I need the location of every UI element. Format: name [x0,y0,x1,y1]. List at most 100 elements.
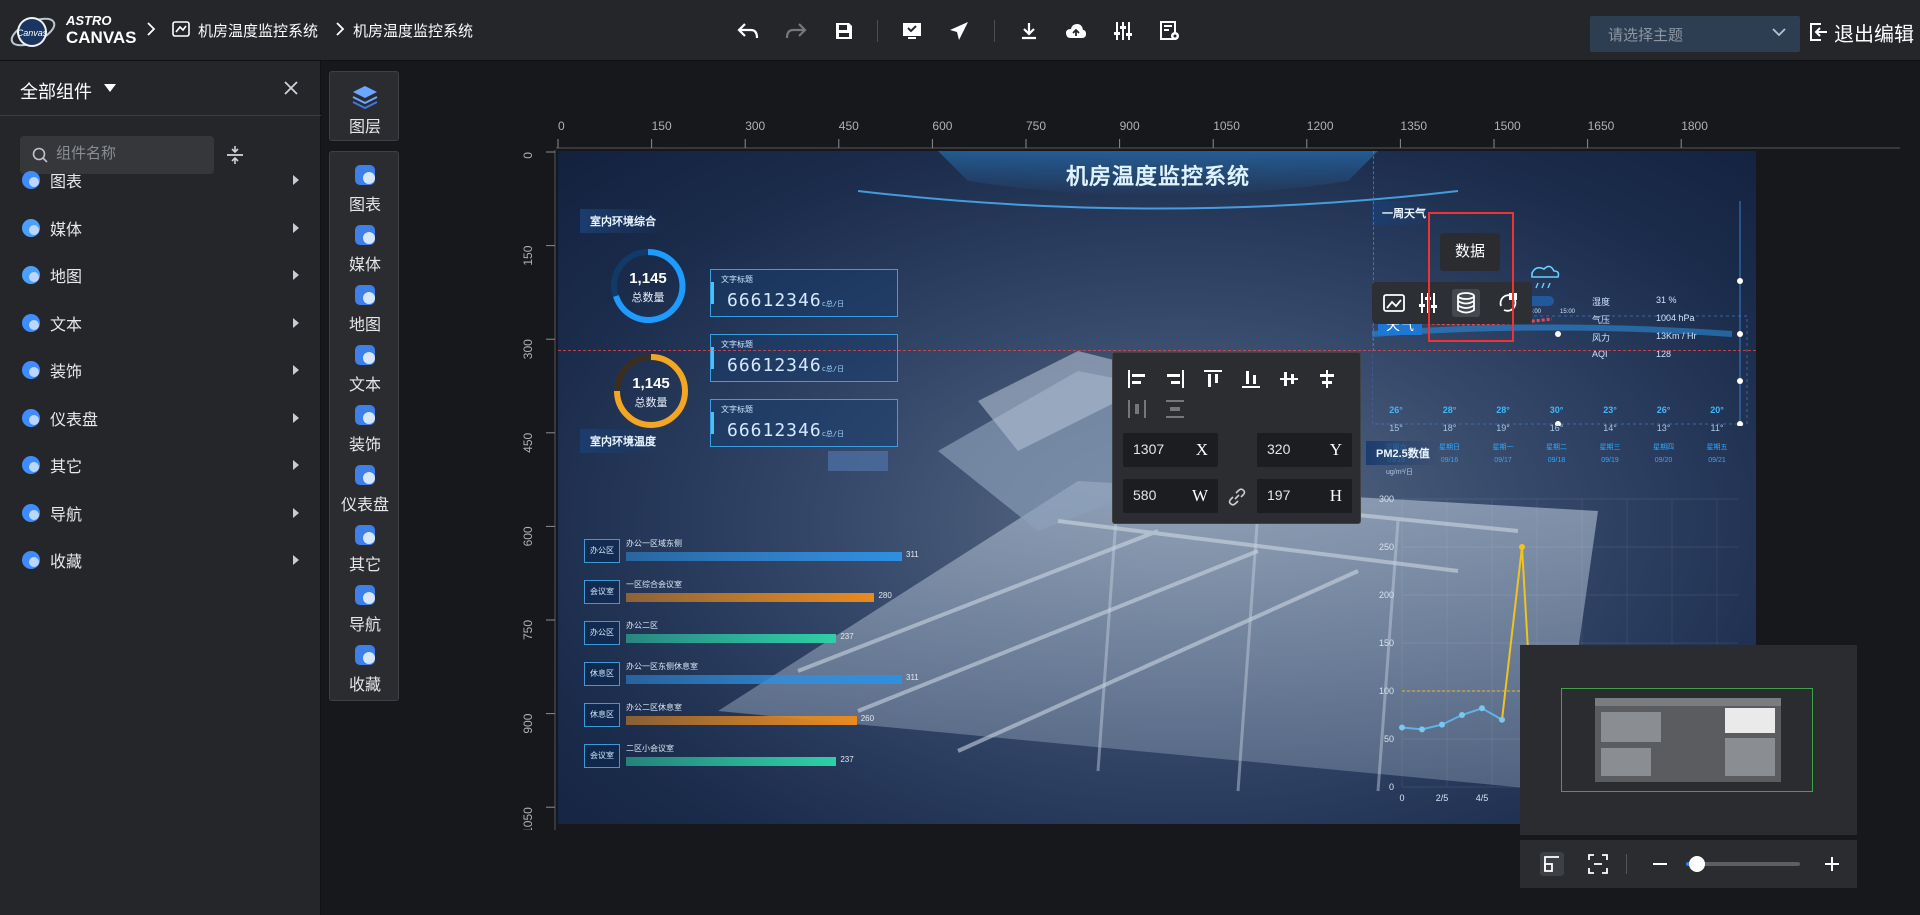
category-chart[interactable]: 图表 [20,167,300,193]
exit-edit-button[interactable]: 退出编辑 [1810,18,1914,46]
rail-label: 文本 [348,377,381,394]
theme-select[interactable]: 请选择主题 [1590,16,1800,52]
align-left-icon[interactable] [1125,367,1149,391]
fit-screen-button[interactable] [1540,852,1564,876]
room-name: 办公一区东侧休息室 [626,662,698,671]
caret-right-icon [293,222,299,233]
text-card[interactable]: 文字标题 66612346c总/日 [710,399,898,447]
redo-button[interactable] [784,19,808,43]
preview-button[interactable] [900,19,924,43]
ruler-x-label: 450 [839,119,859,133]
publish-button[interactable] [947,19,971,43]
upload-cloud-button[interactable] [1064,19,1088,43]
category-label: 其它 [50,459,83,476]
dashboard-icon [355,465,375,485]
category-map[interactable]: 地图 [20,262,300,288]
distribute-horizontal-icon[interactable] [1125,397,1149,421]
pm25-point[interactable] [1439,721,1445,728]
breadcrumb-item-page[interactable]: 机房温度监控系统 [353,20,473,41]
rail-item-dashboard[interactable]: 仪表盘 [330,462,400,515]
download-button[interactable] [1017,19,1041,43]
pm25-point[interactable] [1399,724,1405,731]
breadcrumb-item-project[interactable]: 机房温度监控系统 [198,20,318,41]
align-right-icon[interactable] [1163,367,1187,391]
ruler-x-label: 1800 [1681,119,1708,133]
temperature-row[interactable]: 办公区 办公二区 237 [584,621,944,647]
width-input[interactable] [1133,487,1183,503]
text-card[interactable]: 文字标题 66612346c总/日 [710,334,898,382]
pm25-point[interactable] [1459,712,1465,718]
align-bottom-icon[interactable] [1239,367,1263,391]
temperature-row[interactable]: 会议室 二区小会议室 237 [584,744,944,770]
distribute-vertical-icon[interactable] [1163,397,1187,421]
forecast-high: 26° [1389,405,1403,415]
temperature-row[interactable]: 办公区 办公一区域东侧 311 [584,539,944,565]
rail-item-text[interactable]: 文本 [330,342,400,395]
rail-item-decoration[interactable]: 装饰 [330,402,400,455]
category-text[interactable]: 文本 [20,310,300,336]
undo-button[interactable] [736,19,760,43]
temperature-row[interactable]: 休息区 办公二区休息室 260 [584,703,944,729]
link-ratio-icon[interactable] [1227,487,1247,507]
zoom-in-button[interactable] [1820,852,1844,876]
weather-stat: 湿度 31 % [1592,295,1677,308]
align-vertical-center-icon[interactable] [1277,367,1301,391]
y-label: Y [1329,440,1342,459]
category-navigation[interactable]: 导航 [20,500,300,526]
rail-item-media[interactable]: 媒体 [330,222,400,275]
align-top-icon[interactable] [1201,367,1225,391]
chart-icon [355,165,375,185]
caret-down-icon[interactable] [104,84,116,92]
page-settings-button[interactable] [1158,19,1182,43]
minimap-viewport[interactable] [1561,688,1813,792]
minimap[interactable] [1520,645,1857,835]
zoom-out-button[interactable] [1648,852,1672,876]
collapse-all-icon[interactable] [226,145,244,165]
temperature-row[interactable]: 会议室 一区综合会议室 280 [584,580,944,606]
room-name: 一区综合会议室 [626,580,682,589]
category-decoration[interactable]: 装饰 [20,357,300,383]
zoom-slider-handle[interactable] [1689,856,1706,872]
card-accent [711,412,714,434]
minus-icon [1653,863,1667,865]
rail-item-chart[interactable]: 图表 [330,162,400,215]
panel-title[interactable]: 全部组件 [20,78,92,104]
search-input[interactable] [56,145,206,162]
w-label: W [1191,486,1208,505]
save-button[interactable] [832,19,856,43]
card-value-row: 66612346c总/日 [727,355,844,376]
settings-sliders-button[interactable] [1111,19,1135,43]
pm25-point[interactable] [1479,705,1485,712]
close-icon[interactable] [284,81,298,95]
rail-item-navigation[interactable]: 导航 [330,582,400,635]
category-dashboard[interactable]: 仪表盘 [20,405,300,431]
fullscreen-button[interactable] [1586,852,1610,876]
room-name: 办公一区域东侧 [626,539,682,548]
weather-stat: 气压 1004 hPa [1592,313,1695,326]
astro-canvas-logo[interactable]: Canvas [8,8,58,54]
pm25-point[interactable] [1419,726,1425,733]
temperature-row[interactable]: 休息区 办公一区东侧休息室 311 [584,662,944,688]
temperature-title: 室内环境温度 [580,429,666,453]
rail-item-other[interactable]: 其它 [330,522,400,575]
pm25-point[interactable] [1499,716,1505,723]
category-media[interactable]: 媒体 [20,215,300,241]
weather-stat-key: 湿度 [1592,297,1611,307]
align-horizontal-center-icon[interactable] [1315,367,1339,391]
text-card[interactable]: 文字标题 66612346c总/日 [710,269,898,317]
zoom-slider[interactable] [1686,856,1800,872]
position-y-input[interactable] [1267,441,1317,457]
pm25-point[interactable] [1519,544,1525,550]
rail-item-map[interactable]: 地图 [330,282,400,335]
toolbar-divider [994,20,995,42]
category-favorites[interactable]: 收藏 [20,547,300,573]
ruler-x-label: 1500 [1494,119,1521,133]
position-x-input[interactable] [1133,441,1183,457]
rail-item-favorites[interactable]: 收藏 [330,642,400,695]
style-tool-button[interactable] [1380,289,1408,317]
category-other[interactable]: 其它 [20,452,300,478]
height-input[interactable] [1267,487,1317,503]
rail-item-layers[interactable]: 图层 [330,84,400,137]
ruler-y-label: 150 [521,245,535,265]
pm25-y-tick: 250 [1379,542,1394,552]
